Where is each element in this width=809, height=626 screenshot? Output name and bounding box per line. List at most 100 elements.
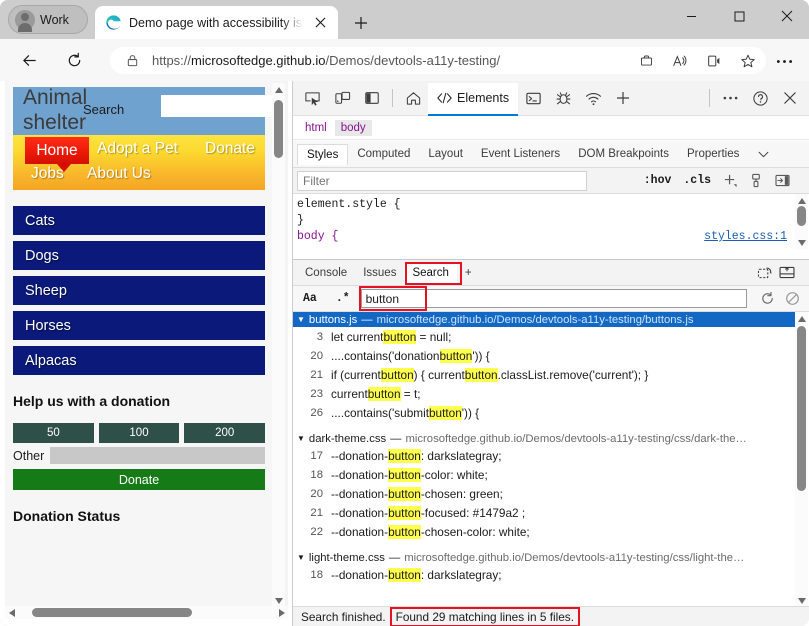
list-item[interactable]: Horses <box>13 311 265 340</box>
list-item[interactable]: Dogs <box>13 241 265 270</box>
favorite-icon[interactable] <box>734 50 762 72</box>
scroll-right-icon[interactable] <box>275 606 288 619</box>
result-line[interactable]: 21 --donation-button-focused: #1479a2 ; <box>293 503 796 522</box>
close-icon[interactable] <box>310 13 330 33</box>
home-icon[interactable] <box>398 84 428 112</box>
tab-console[interactable]: Console <box>297 263 355 283</box>
scroll-up-icon[interactable] <box>795 312 808 325</box>
scroll-left-icon[interactable] <box>5 606 18 619</box>
result-line[interactable]: 3 let currentbutton = null; <box>293 327 796 346</box>
result-file-header[interactable]: ▼ light-theme.css — microsoftedge.github… <box>293 550 796 565</box>
nav-item-home[interactable]: Home <box>25 137 89 164</box>
tab-layout[interactable]: Layout <box>419 144 472 164</box>
more-tools-ellipsis-icon[interactable] <box>715 84 745 112</box>
result-file-header[interactable]: ▼ dark-theme.css — microsoftedge.github.… <box>293 431 796 446</box>
scrollbar-thumb[interactable] <box>797 206 806 226</box>
scroll-up-icon[interactable] <box>272 83 285 96</box>
result-line[interactable]: 17 --donation-button: darkslategray; <box>293 446 796 465</box>
result-line[interactable]: 20 --donation-button-chosen: green; <box>293 484 796 503</box>
immersive-reader-icon[interactable] <box>700 50 728 72</box>
results-scrollbar[interactable] <box>795 312 808 607</box>
tab-computed[interactable]: Computed <box>348 144 419 164</box>
donation-amount-100[interactable]: 100 <box>99 423 180 443</box>
nav-item-donate[interactable]: Donate <box>205 140 255 158</box>
result-line[interactable]: 18 --donation-button: darkslategray; <box>293 565 796 584</box>
address-input[interactable]: https://microsoftedge.github.io/Demos/de… <box>110 47 766 74</box>
donate-button[interactable]: Donate <box>13 469 265 490</box>
donation-amount-200[interactable]: 200 <box>184 423 265 443</box>
scrollbar-thumb[interactable] <box>797 326 806 491</box>
minimize-button[interactable] <box>668 0 714 32</box>
tab-dom-breakpoints[interactable]: DOM Breakpoints <box>569 144 678 164</box>
breadcrumb-item-html[interactable]: html <box>299 120 333 136</box>
scrollbar-thumb[interactable] <box>32 608 192 617</box>
read-aloud-icon[interactable] <box>666 50 694 72</box>
style-rule[interactable]: styles.css:1 body { <box>297 229 795 245</box>
styles-scrollbar[interactable] <box>795 194 808 249</box>
list-item[interactable]: Sheep <box>13 276 265 305</box>
result-line[interactable]: 21 if (currentbutton) { currentbutton.cl… <box>293 365 796 384</box>
result-line[interactable]: 22 --donation-button-chosen-color: white… <box>293 522 796 541</box>
regex-button[interactable]: .* <box>332 292 354 305</box>
profile-button[interactable]: Work <box>8 5 88 34</box>
result-file-header[interactable]: ▼ buttons.js — microsoftedge.github.io/D… <box>293 312 796 327</box>
collections-icon[interactable] <box>632 50 660 72</box>
page-horizontal-scrollbar[interactable] <box>5 606 288 619</box>
nav-item-adopt-a-pet[interactable]: Adopt a Pet <box>97 140 178 158</box>
style-rule[interactable]: } <box>297 213 795 229</box>
clear-icon[interactable] <box>781 289 803 309</box>
dock-side-icon[interactable] <box>357 84 387 112</box>
result-line[interactable]: 18 --donation-button-color: white; <box>293 465 796 484</box>
reload-button[interactable] <box>58 44 90 76</box>
close-window-button[interactable] <box>764 0 809 32</box>
maximize-button[interactable] <box>716 0 762 32</box>
debugger-bug-icon[interactable] <box>548 84 578 112</box>
new-style-rule-icon[interactable] <box>719 171 741 191</box>
style-source-link[interactable]: styles.css:1 <box>704 229 787 245</box>
style-rule[interactable]: element.style { <box>297 197 795 213</box>
console-settings-icon[interactable] <box>754 263 776 283</box>
back-button[interactable] <box>13 44 45 76</box>
tab-properties[interactable]: Properties <box>678 144 748 164</box>
browser-tab[interactable]: Demo page with accessibility issues <box>95 6 338 39</box>
result-line[interactable]: 26 ....contains('submitbutton')) { <box>293 403 796 422</box>
styles-filter-input[interactable]: Filter <box>297 171 587 191</box>
breadcrumb-item-body[interactable]: body <box>335 120 372 136</box>
search-input[interactable]: button <box>361 289 747 308</box>
chevron-down-icon[interactable] <box>752 144 774 164</box>
settings-ellipsis-icon[interactable] <box>770 48 798 74</box>
new-tab-button[interactable] <box>348 10 374 36</box>
page-vertical-scrollbar[interactable] <box>272 83 285 607</box>
tab-elements[interactable]: Elements <box>428 83 518 116</box>
dock-drawer-icon[interactable] <box>776 263 798 283</box>
other-amount-input[interactable] <box>50 447 265 464</box>
tab-issues[interactable]: Issues <box>355 263 404 283</box>
nav-item-jobs[interactable]: Jobs <box>31 165 64 183</box>
nav-item-about-us[interactable]: About Us <box>87 165 151 183</box>
toggle-class-button[interactable]: .cls <box>679 174 715 187</box>
scroll-down-icon[interactable] <box>795 236 808 249</box>
chevron-down-icon[interactable]: ▼ <box>297 316 305 324</box>
scrollbar-thumb[interactable] <box>274 100 283 158</box>
match-case-button[interactable]: Aa <box>299 292 321 305</box>
chevron-down-icon[interactable]: ▼ <box>297 554 305 562</box>
toggle-sidebar-icon[interactable] <box>771 171 793 191</box>
device-emulation-icon[interactable] <box>327 84 357 112</box>
result-line[interactable]: 20 ....contains('donationbutton')) { <box>293 346 796 365</box>
tab-event-listeners[interactable]: Event Listeners <box>472 144 569 164</box>
add-panel-icon[interactable] <box>608 84 638 112</box>
computed-styles-icon[interactable] <box>745 171 767 191</box>
list-item[interactable]: Alpacas <box>13 346 265 375</box>
refresh-icon[interactable] <box>756 289 778 309</box>
chevron-down-icon[interactable]: ▼ <box>297 435 305 443</box>
list-item[interactable]: Cats <box>13 206 265 235</box>
result-line[interactable]: 23 currentbutton = t; <box>293 384 796 403</box>
site-search-input[interactable] <box>161 95 273 117</box>
tab-styles[interactable]: Styles <box>297 144 348 165</box>
help-icon[interactable] <box>745 84 775 112</box>
donation-amount-50[interactable]: 50 <box>13 423 94 443</box>
inspect-icon[interactable] <box>297 84 327 112</box>
toggle-hover-state-button[interactable]: :hov <box>640 174 676 187</box>
console-terminal-icon[interactable] <box>518 84 548 112</box>
network-icon[interactable] <box>578 84 608 112</box>
